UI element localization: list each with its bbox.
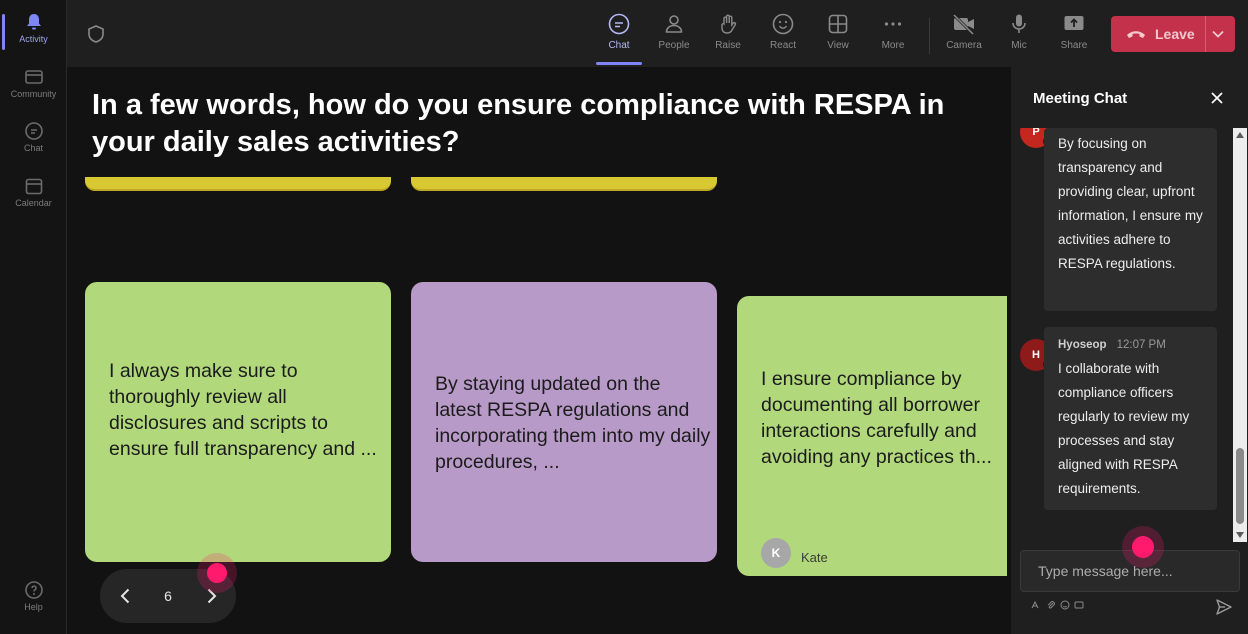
card-text: I always make sure to thoroughly review …	[109, 360, 377, 460]
hang-up-icon	[1127, 31, 1145, 38]
shield-icon[interactable]	[86, 24, 106, 44]
chat-icon	[24, 122, 43, 140]
message-compose-box	[1020, 550, 1240, 592]
chat-message: By focusing on transparency and providin…	[1044, 128, 1217, 311]
emoji-icon	[772, 13, 794, 35]
response-card[interactable]: By staying updated on the latest RESPA r…	[411, 282, 717, 562]
scroll-down-arrow[interactable]	[1236, 532, 1244, 538]
brainstorm-board: In a few words, how do you ensure compli…	[67, 67, 1010, 634]
leave-button[interactable]: Leave	[1111, 16, 1235, 52]
rail-item-label: Community	[10, 89, 57, 99]
help-icon	[24, 581, 43, 599]
raise-hand-icon	[721, 14, 737, 34]
rail-item-label: Help	[24, 602, 43, 612]
view-button[interactable]: View	[812, 10, 864, 62]
mic-button[interactable]: Mic	[993, 10, 1045, 62]
chevron-left-icon[interactable]	[116, 586, 136, 606]
grid-view-icon	[828, 14, 848, 34]
format-icon[interactable]	[1031, 600, 1041, 610]
bell-icon	[26, 14, 41, 30]
card-text: By staying updated on the latest RESPA r…	[435, 373, 711, 473]
send-icon[interactable]	[1215, 598, 1233, 616]
card-strip-yellow[interactable]	[85, 177, 391, 191]
rail-item-chat[interactable]: Chat	[0, 121, 67, 153]
camera-off-icon	[952, 13, 975, 36]
response-card[interactable]: I ensure compliance by documenting all b…	[737, 296, 1007, 576]
message-sender: Hyoseop	[1058, 339, 1107, 351]
camera-button-label: Camera	[946, 40, 982, 51]
attach-icon[interactable]	[1046, 600, 1056, 610]
react-button[interactable]: React	[757, 10, 809, 62]
rail-item-label: Activity	[19, 34, 48, 44]
view-button-label: View	[827, 40, 849, 51]
share-button[interactable]: Share	[1048, 10, 1100, 62]
scrollbar-thumb[interactable]	[1236, 448, 1244, 524]
rail-item-activity[interactable]: Activity	[0, 12, 67, 50]
rail-item-help[interactable]: Help	[0, 580, 67, 612]
avatar: K	[761, 538, 791, 568]
share-button-label: Share	[1060, 40, 1088, 51]
message-timestamp: 12:07 PM	[1116, 339, 1166, 351]
question-title: In a few words, how do you ensure compli…	[92, 89, 945, 158]
scroll-up-arrow[interactable]	[1236, 132, 1244, 138]
chat-button-label: Chat	[608, 40, 630, 51]
leave-button-label: Leave	[1155, 26, 1195, 42]
toolbar-divider	[929, 18, 930, 54]
community-icon	[24, 70, 43, 84]
react-button-label: React	[769, 40, 797, 51]
pointer-highlight	[1132, 536, 1154, 558]
raise-hand-button[interactable]: Raise	[702, 10, 754, 62]
share-screen-icon	[1064, 16, 1084, 30]
emoji-icon[interactable]	[1060, 600, 1070, 610]
mic-button-label: Mic	[1011, 40, 1027, 51]
active-tab-indicator	[596, 62, 642, 65]
rail-item-label: Calendar	[15, 198, 52, 208]
rail-item-community[interactable]: Community	[0, 67, 67, 99]
card-strip-yellow[interactable]	[411, 177, 717, 191]
chat-panel-title: Meeting Chat	[1033, 90, 1128, 107]
rail-item-label: Chat	[23, 143, 43, 153]
chat-icon	[608, 13, 630, 35]
card-text: I ensure compliance by documenting all b…	[761, 368, 992, 468]
chat-button[interactable]: Chat	[593, 10, 645, 62]
page-number: 6	[164, 588, 172, 604]
chat-scrollbar[interactable]	[1233, 128, 1247, 542]
camera-button[interactable]: Camera	[938, 10, 990, 62]
message-text: By focusing on transparency and providin…	[1058, 136, 1203, 271]
chevron-down-icon[interactable]	[1211, 27, 1225, 41]
raise-button-label: Raise	[715, 40, 741, 51]
more-button-label: More	[881, 40, 905, 51]
more-button[interactable]: More	[867, 10, 919, 62]
people-button-label: People	[658, 40, 690, 51]
gif-icon[interactable]	[1074, 600, 1084, 610]
meeting-chat-panel: Meeting Chat P By focusing on transparen…	[1010, 67, 1248, 634]
microphone-icon	[1012, 14, 1026, 33]
chevron-right-icon[interactable]	[201, 586, 221, 606]
message-input[interactable]	[1021, 551, 1239, 591]
calendar-icon	[25, 178, 42, 195]
rail-item-calendar[interactable]: Calendar	[0, 176, 67, 208]
meeting-toolbar: Chat People Raise React View More Camera…	[67, 0, 1248, 67]
pointer-highlight	[207, 563, 227, 583]
people-button[interactable]: People	[648, 10, 700, 62]
app-rail: Activity Community Chat Calendar Help	[0, 0, 67, 634]
chat-message: Hyoseop 12:07 PM I collaborate with compl…	[1044, 327, 1217, 510]
response-card[interactable]: I always make sure to thoroughly review …	[85, 282, 391, 562]
message-text: I collaborate with compliance officers r…	[1058, 361, 1190, 496]
more-icon	[884, 22, 902, 26]
people-icon	[665, 15, 683, 33]
close-icon[interactable]	[1209, 90, 1225, 106]
card-author: Kate	[801, 550, 828, 565]
chat-message-list[interactable]: P By focusing on transparency and provid…	[1011, 128, 1248, 542]
